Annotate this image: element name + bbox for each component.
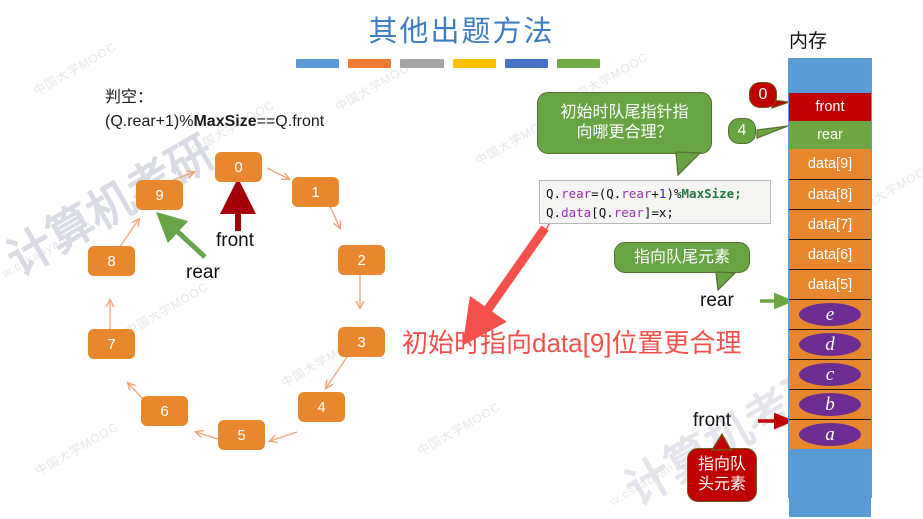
slide-canvas: 计算机考研 w.cskaoyan.com 计算机考研 w.cskaoyan.co… xyxy=(0,0,923,517)
front-bubble-tail xyxy=(710,432,733,451)
front-bubble-tail-overlay xyxy=(710,432,733,451)
